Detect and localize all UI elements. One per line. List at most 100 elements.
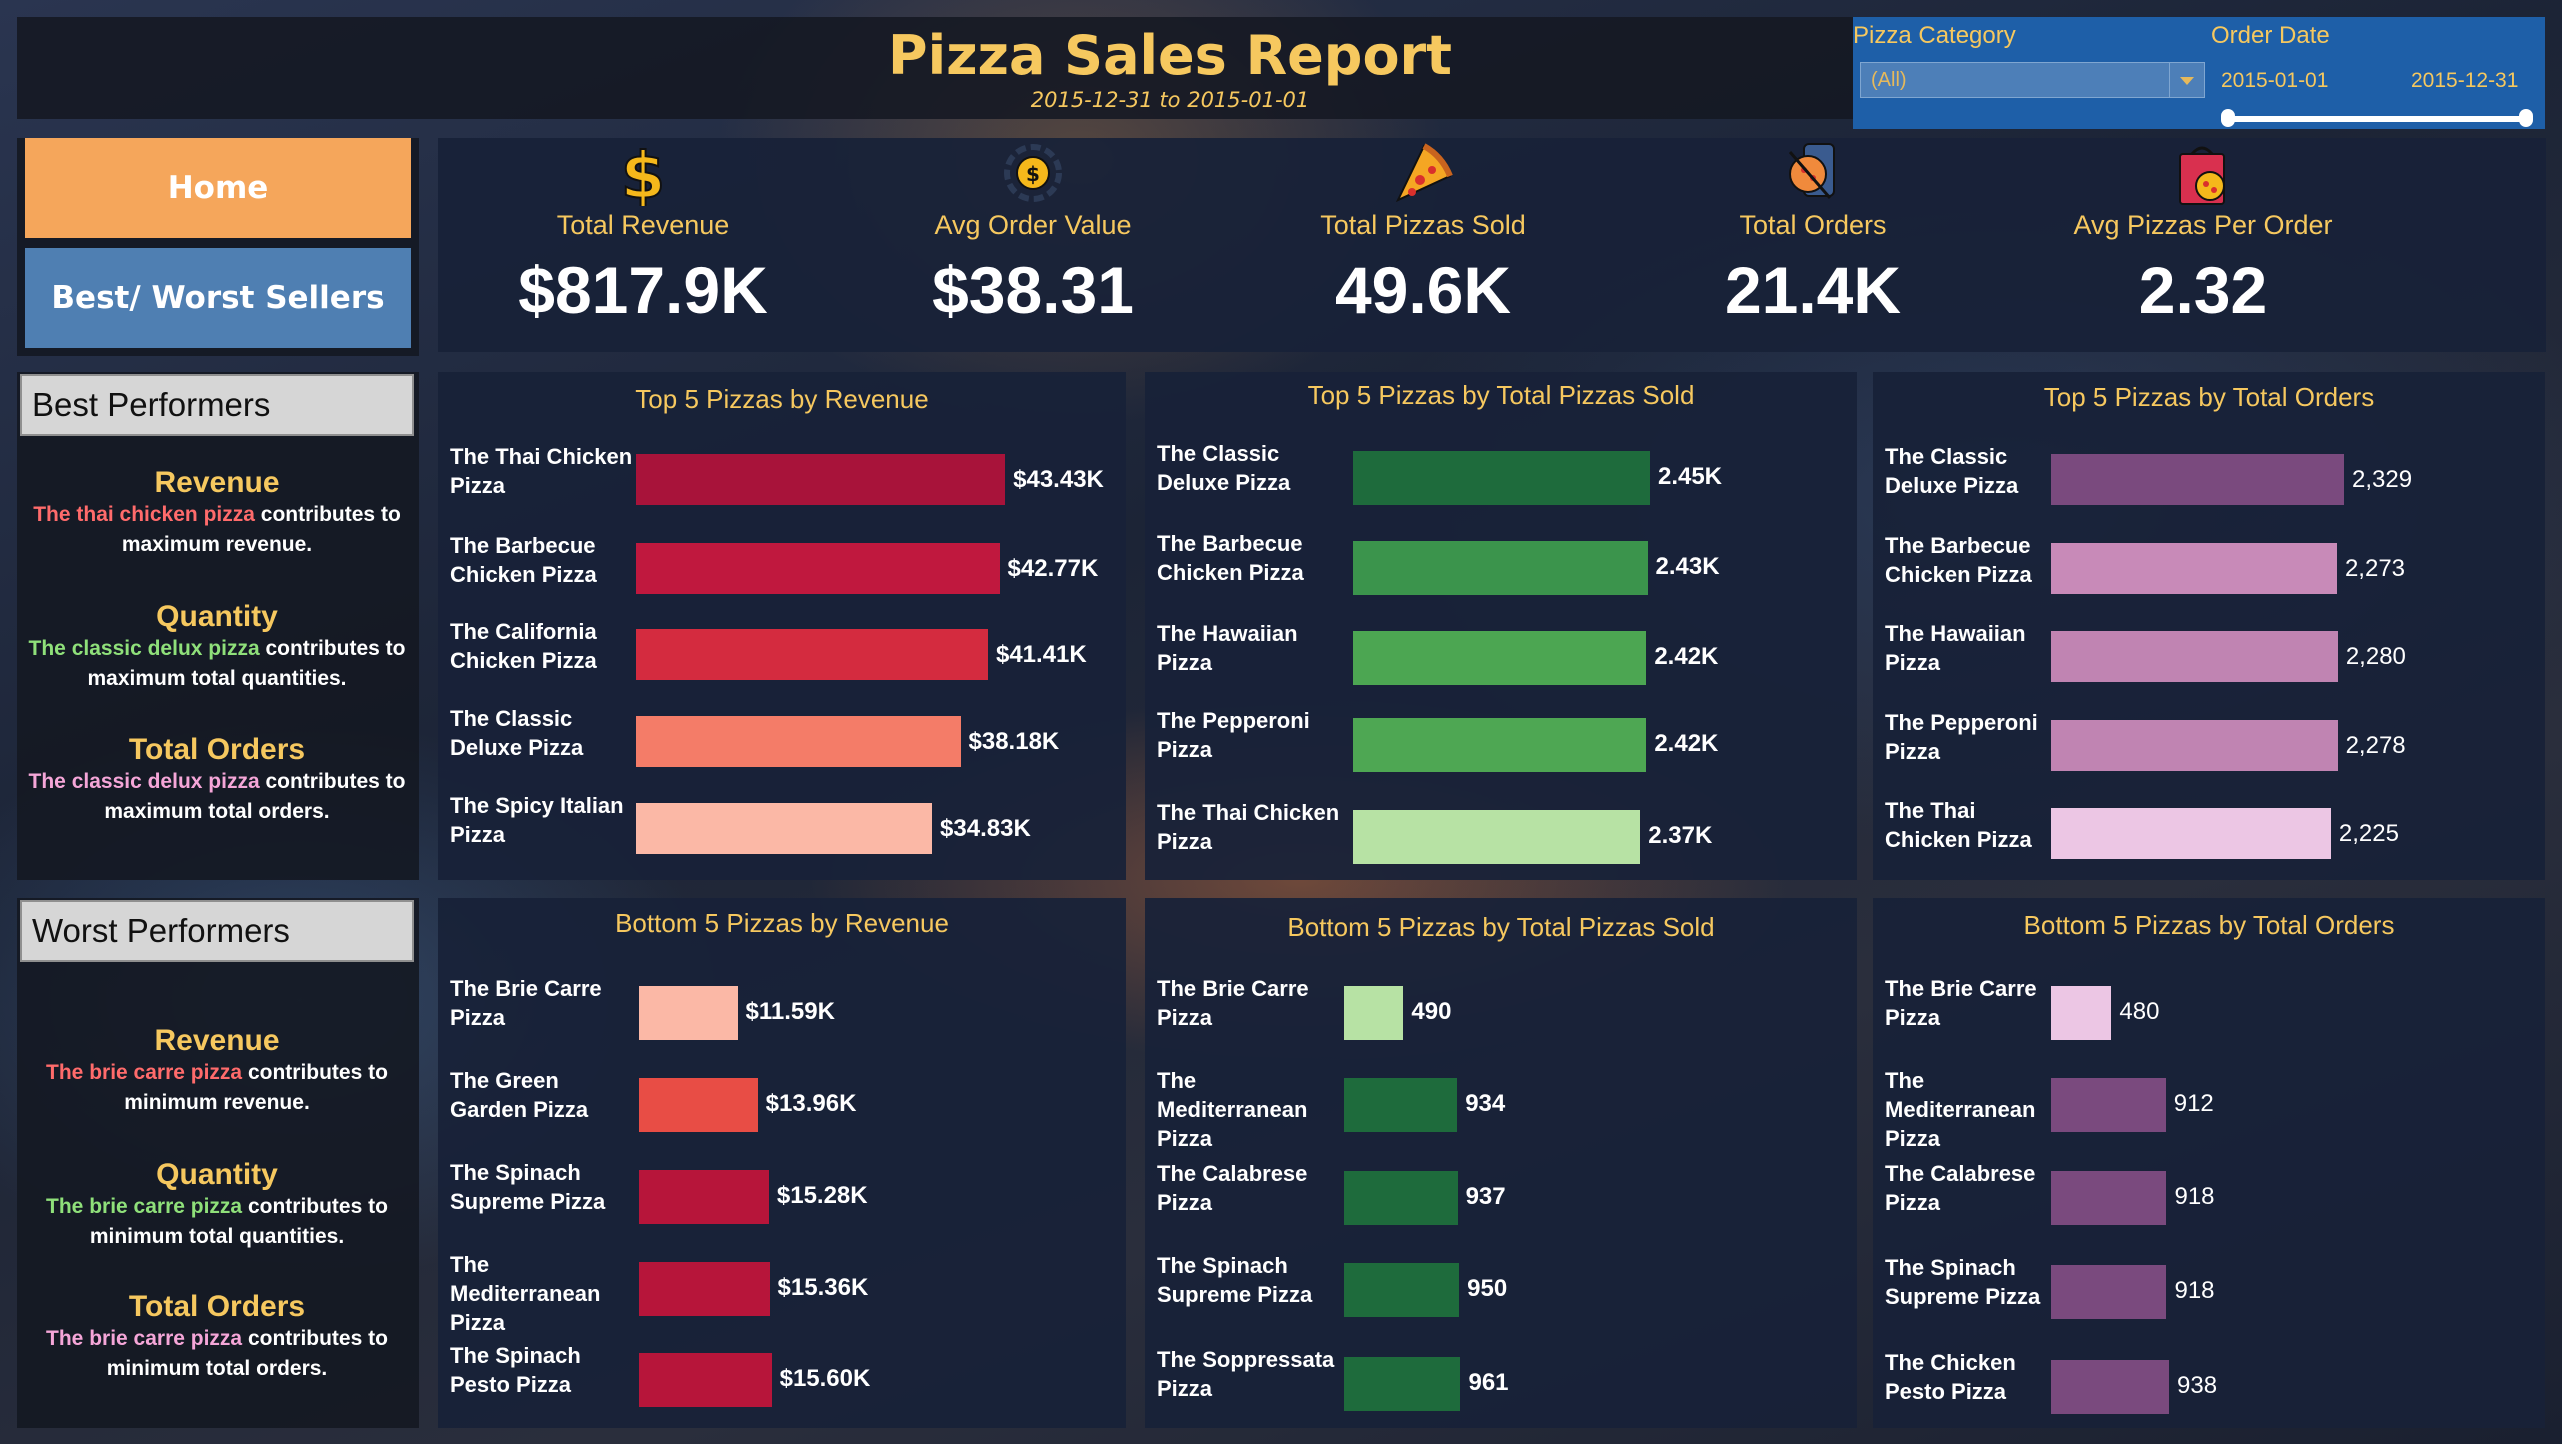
kpi-label: Avg Order Value xyxy=(934,210,1132,240)
bar-value-label: 2,278 xyxy=(2345,731,2406,759)
worst-quantity-block: Quantity The brie carre pizza contribute… xyxy=(20,1158,414,1252)
chart-title: Top 5 Pizzas by Revenue xyxy=(635,384,929,414)
bar[interactable] xyxy=(1344,1263,1460,1318)
bar[interactable] xyxy=(639,1077,758,1132)
block-title: Quantity xyxy=(156,1158,278,1191)
bar[interactable] xyxy=(1344,1171,1458,1226)
highlight-text: The thai chicken pizza xyxy=(33,503,255,526)
bar-value-label: $15.60K xyxy=(779,1365,871,1393)
block-description: The brie carre pizza contributes to mini… xyxy=(20,1192,414,1252)
bar-category-label: The Spinach Supreme Pizza xyxy=(450,1159,606,1214)
home-button[interactable]: Home xyxy=(25,138,411,238)
bar[interactable] xyxy=(2051,808,2331,860)
bar[interactable] xyxy=(639,986,738,1040)
bar-value-label: 950 xyxy=(1467,1275,1508,1303)
bar[interactable] xyxy=(1353,809,1641,864)
worst-total-orders-block: Total Orders The brie carre pizza contri… xyxy=(20,1290,414,1384)
chart-bottom5-orders: Bottom 5 Pizzas by Total Orders The Brie… xyxy=(1873,898,2545,1428)
bar[interactable] xyxy=(2051,631,2338,683)
bar[interactable] xyxy=(1344,986,1404,1040)
bar[interactable] xyxy=(1353,718,1647,773)
order-date-start: 2015-01-01 xyxy=(2221,69,2329,92)
highlight-text: The brie carre pizza xyxy=(46,1061,243,1084)
bar[interactable] xyxy=(636,542,1000,594)
bar[interactable] xyxy=(2051,454,2344,505)
bar-category-label: The California Chicken Pizza xyxy=(450,619,597,674)
pizza-bag-icon xyxy=(2179,146,2225,205)
slider-end-handle[interactable] xyxy=(2519,109,2533,127)
bar[interactable] xyxy=(639,1353,772,1408)
bar-category-label: The Calabrese Pizza xyxy=(1885,1161,2036,1216)
bar-value-label: 2,280 xyxy=(2345,643,2406,671)
bar[interactable] xyxy=(636,803,933,855)
bar-value-label: 2.42K xyxy=(1654,730,1719,758)
bar-value-label: 2.45K xyxy=(1657,462,1723,490)
bar-category-label: The Classic Deluxe Pizza xyxy=(1885,444,2019,498)
bar[interactable] xyxy=(636,629,988,681)
bar-category-label: The Spicy Italian Pizza xyxy=(450,793,624,848)
bar-category-label: The Green Garden Pizza xyxy=(450,1067,589,1122)
bar-value-label: 937 xyxy=(1465,1183,1506,1211)
bar-category-label: The Thai Chicken Pizza xyxy=(1885,798,2032,853)
bar[interactable] xyxy=(2051,719,2338,771)
bar[interactable] xyxy=(2051,542,2337,594)
bar[interactable] xyxy=(636,716,961,768)
best-quantity-block: Quantity The classic delux pizza contrib… xyxy=(20,600,414,694)
chart-title: Bottom 5 Pizzas by Revenue xyxy=(615,908,949,938)
bar-category-label: The Brie Carre Pizza xyxy=(1885,976,2037,1030)
pizza-category-label: Pizza Category xyxy=(1853,22,2016,49)
order-date-slider[interactable] xyxy=(2223,116,2529,122)
block-title: Revenue xyxy=(154,1024,280,1057)
bar[interactable] xyxy=(2051,986,2112,1040)
bar[interactable] xyxy=(639,1169,769,1224)
bar[interactable] xyxy=(639,1261,770,1316)
bar-category-label: The Pepperoni Pizza xyxy=(1885,709,2038,764)
bar-category-label: The Thai Chicken Pizza xyxy=(450,444,633,498)
bar-value-label: $15.28K xyxy=(776,1181,868,1209)
kpi-value: $817.9K xyxy=(518,253,768,327)
svg-text:$: $ xyxy=(621,140,666,206)
bar-value-label: $11.59K xyxy=(745,998,835,1025)
pizza-category-dropdown[interactable]: (All) xyxy=(1860,62,2205,98)
block-description: The classic delux pizza contributes to m… xyxy=(20,634,414,694)
best-total-orders-block: Total Orders The classic delux pizza con… xyxy=(20,733,414,827)
bar[interactable] xyxy=(1353,631,1647,686)
kpi-label: Total Pizzas Sold xyxy=(1320,210,1526,240)
bar-value-label: 480 xyxy=(2119,998,2160,1025)
best-performers-heading: Best Performers xyxy=(20,374,414,436)
bar[interactable] xyxy=(2051,1077,2166,1132)
bar-value-label: 918 xyxy=(2174,1276,2215,1304)
bar[interactable] xyxy=(636,454,1006,505)
chevron-down-icon[interactable] xyxy=(2169,63,2204,97)
bar-category-label: The Hawaiian Pizza xyxy=(1157,621,1298,676)
chart-title: Bottom 5 Pizzas by Total Orders xyxy=(2023,910,2395,940)
bar-category-label: The Classic Deluxe Pizza xyxy=(1157,440,1291,495)
bar-value-label: $34.83K xyxy=(940,815,1031,843)
bar[interactable] xyxy=(1353,450,1650,505)
bar-category-label: The Spinach Supreme Pizza xyxy=(1157,1253,1313,1308)
best-worst-sellers-button[interactable]: Best/ Worst Sellers xyxy=(25,248,411,348)
filters-panel: Pizza Category Order Date (All) 2015-01-… xyxy=(1853,17,2545,129)
bar-value-label: $43.43K xyxy=(1013,466,1104,493)
bar-value-label: $13.96K xyxy=(765,1089,857,1117)
bar[interactable] xyxy=(1344,1077,1458,1132)
bar-category-label: The Chicken Pesto Pizza xyxy=(1885,1349,2016,1404)
bar-value-label: 2.42K xyxy=(1654,643,1719,671)
bar-category-label: The Mediterranean Pizza xyxy=(1885,1067,2036,1151)
block-title: Revenue xyxy=(154,466,280,499)
bar-value-label: 934 xyxy=(1465,1089,1506,1117)
bar-value-label: 938 xyxy=(2177,1371,2218,1399)
bar[interactable] xyxy=(1353,540,1648,595)
highlight-text: The classic delux pizza xyxy=(28,637,260,660)
bar[interactable] xyxy=(1344,1356,1461,1411)
bar-category-label: The Barbecue Chicken Pizza xyxy=(450,532,597,587)
bar[interactable] xyxy=(2051,1171,2167,1226)
highlight-text: The brie carre pizza xyxy=(46,1195,243,1218)
bar-category-label: The Hawaiian Pizza xyxy=(1885,621,2026,676)
bar[interactable] xyxy=(2051,1359,2169,1414)
bar-category-label: The Soppressata Pizza xyxy=(1157,1346,1335,1401)
slider-start-handle[interactable] xyxy=(2221,109,2235,127)
bar-category-label: The Brie Carre Pizza xyxy=(1157,976,1309,1030)
bar[interactable] xyxy=(2051,1264,2167,1319)
kpi-label: Total Orders xyxy=(1739,210,1887,240)
